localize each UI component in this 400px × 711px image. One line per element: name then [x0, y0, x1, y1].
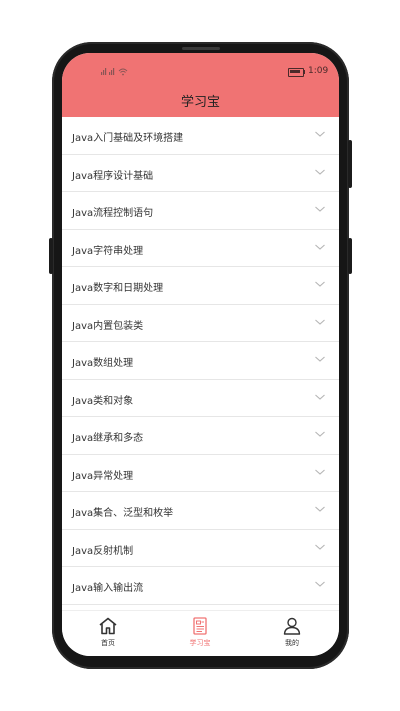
list-item[interactable]: Java程序设计基础 [62, 155, 339, 192]
tab-study[interactable]: 学习宝 [170, 617, 230, 653]
list-item-label: Java继承和多态 [72, 433, 144, 444]
battery-icon [288, 68, 304, 77]
chevron-down-icon[interactable] [314, 241, 326, 253]
chevron-down-icon[interactable] [314, 391, 326, 403]
list-item[interactable]: Java入门基础及环境搭建 [62, 117, 339, 155]
chevron-down-icon[interactable] [314, 203, 326, 215]
list-item[interactable]: Java字符串处理 [62, 230, 339, 267]
list-item-label: Java入门基础及环境搭建 [72, 133, 184, 144]
signal-wifi-icon [101, 67, 133, 78]
chevron-down-icon[interactable] [314, 128, 326, 140]
tab-home[interactable]: 首页 [78, 617, 138, 653]
list-item[interactable]: Java数组处理 [62, 342, 339, 380]
list-item-label: Java类和对象 [72, 395, 134, 407]
list-item[interactable]: Java异常处理 [62, 455, 339, 492]
side-button [348, 238, 352, 274]
list-item-label: Java内置包装类 [72, 320, 144, 332]
app-screen: 1:09 学习宝 Java入门基础及环境搭建 Java程序设计基础 Java流程控制… [62, 53, 339, 656]
earpiece [182, 47, 220, 50]
list-item[interactable]: Java流程控制语句 [62, 192, 339, 230]
volume-button [49, 238, 53, 274]
chevron-down-icon[interactable] [314, 466, 326, 478]
status-bar: 1:09 [62, 65, 339, 79]
tab-study-label: 学习宝 [189, 639, 211, 647]
battery-tip [304, 70, 305, 74]
list-item-label: Java反射机制 [72, 545, 134, 557]
list-item[interactable]: Java类和对象 [62, 380, 339, 417]
app-header: 1:09 学习宝 [62, 53, 339, 117]
chevron-down-icon[interactable] [314, 353, 326, 365]
tab-profile[interactable]: 我的 [262, 617, 322, 653]
home-icon [99, 617, 117, 635]
list-item[interactable]: Java内置包装类 [62, 305, 339, 342]
tab-home-label: 首页 [101, 639, 115, 647]
chapter-list: Java入门基础及环境搭建 Java程序设计基础 Java流程控制语句 Java字符串… [62, 117, 339, 605]
list-item-label: Java集合、泛型和枚举 [72, 508, 174, 519]
list-item[interactable]: Java数字和日期处理 [62, 267, 339, 305]
list-item[interactable]: Java输入输出流 [62, 567, 339, 605]
document-icon [193, 617, 207, 635]
tab-profile-label: 我的 [285, 639, 299, 647]
list-item[interactable]: Java反射机制 [62, 530, 339, 567]
power-button [348, 140, 352, 188]
list-item-label: Java数字和日期处理 [72, 283, 164, 294]
chevron-down-icon[interactable] [314, 541, 326, 553]
list-item-label: Java输入输出流 [72, 583, 144, 594]
list-item-label: Java数组处理 [72, 358, 134, 369]
chevron-down-icon[interactable] [314, 278, 326, 290]
chevron-down-icon[interactable] [314, 578, 326, 590]
list-item-label: Java程序设计基础 [72, 170, 154, 182]
list-item-label: Java字符串处理 [72, 245, 144, 257]
list-item-label: Java流程控制语句 [72, 208, 154, 219]
bottom-tab-bar: 首页 学习宝 我的 [62, 610, 339, 656]
list-item[interactable]: Java继承和多态 [62, 417, 339, 455]
chevron-down-icon[interactable] [314, 316, 326, 328]
status-time: 1:09 [308, 66, 329, 76]
list-item-label: Java异常处理 [72, 470, 134, 482]
chevron-down-icon[interactable] [314, 503, 326, 515]
chevron-down-icon[interactable] [314, 428, 326, 440]
chevron-down-icon[interactable] [314, 166, 326, 178]
page-title: 学习宝 [180, 95, 220, 110]
list-item[interactable]: Java集合、泛型和枚举 [62, 492, 339, 530]
user-icon [283, 617, 301, 635]
